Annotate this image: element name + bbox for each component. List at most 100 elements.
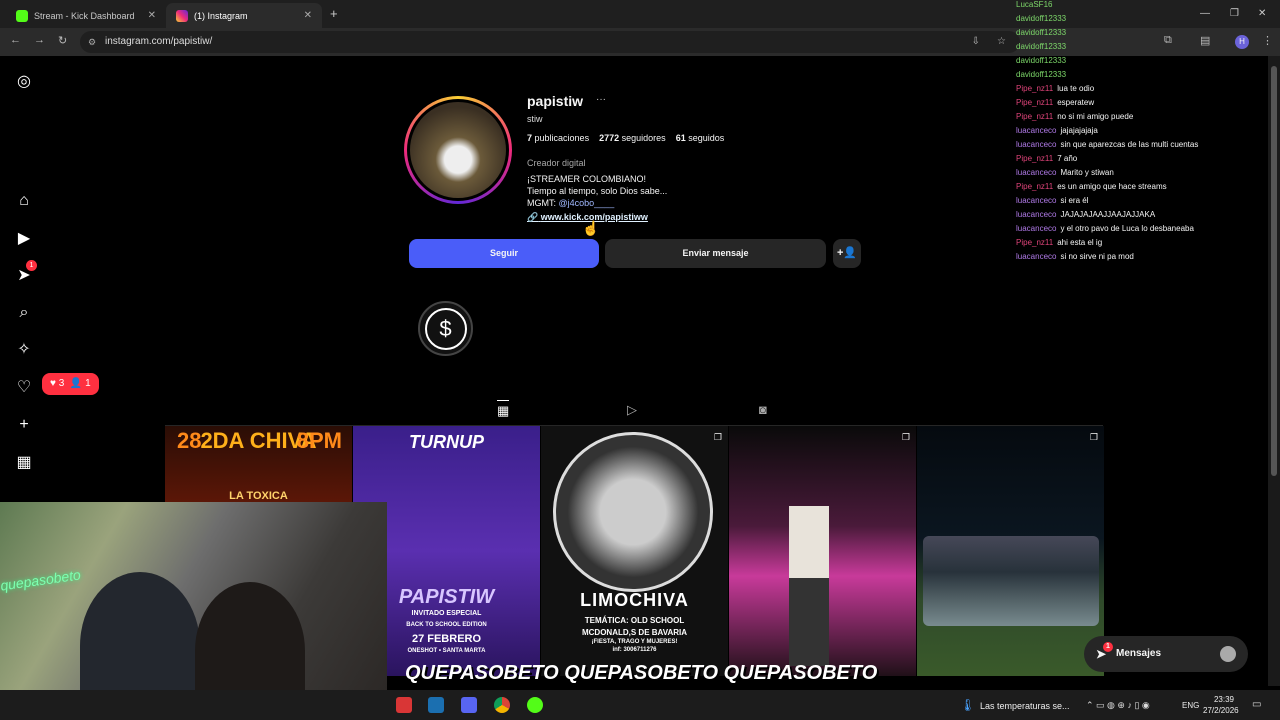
bio-mgmt-prefix: MGMT:	[527, 198, 556, 208]
post-tile[interactable]: ❐	[917, 426, 1104, 676]
menu-icon[interactable]: ⋮	[1262, 34, 1273, 47]
tab-instagram[interactable]: (1) Instagram ✕	[166, 3, 322, 28]
chat-message: luacanceco Marito y stiwan	[1016, 166, 1114, 180]
followers-label[interactable]: seguidores	[622, 133, 666, 143]
scrollbar-thumb[interactable]	[1271, 66, 1277, 476]
heart-icon[interactable]: ♡	[14, 378, 34, 398]
bio-mgmt: MGMT: @j4cobo____	[527, 197, 667, 209]
following-count[interactable]: 61	[676, 133, 686, 143]
instagram-logo-icon[interactable]: ◎	[14, 72, 34, 92]
profile-category: Creador digital	[527, 158, 586, 168]
profile-avatar-ring[interactable]	[404, 96, 512, 204]
chat-message: luacanceco jajajajajaja	[1016, 124, 1098, 138]
site-info-icon[interactable]: ⚙	[88, 31, 96, 53]
chat-message: Pipe_nz11 no si mi amigo puede	[1016, 110, 1133, 124]
back-icon[interactable]: ←	[10, 34, 21, 46]
kick-app-icon[interactable]	[527, 697, 543, 713]
suggested-users-button[interactable]: +👤	[833, 239, 861, 268]
windows-taskbar: 🌡 Las temperaturas se... ⌃ ▭ ◍ ⊕ ♪ ▯ ◉ E…	[0, 690, 1280, 720]
mail-icon[interactable]	[396, 697, 412, 713]
chat-username: luacanceco	[1016, 126, 1057, 135]
chat-username: Pipe_nz11	[1016, 84, 1054, 93]
send-message-button[interactable]: Enviar mensaje	[605, 239, 826, 268]
explore-icon[interactable]: ✧	[14, 340, 34, 360]
chat-message: Pipe_nz11 lua te odio	[1016, 82, 1094, 96]
following-label[interactable]: seguidos	[688, 133, 724, 143]
reels-icon[interactable]: ▶	[14, 229, 34, 249]
post-text: MCDONALD,S DE BAVARIA	[581, 628, 688, 637]
tray-icons[interactable]: ⌃ ▭ ◍ ⊕ ♪ ▯ ◉	[1086, 700, 1150, 711]
posts-grid-tab-icon[interactable]: ▦	[497, 400, 510, 419]
followers-count[interactable]: 2772	[599, 133, 619, 143]
chat-message: luacanceco JAJAJAJAAJJAAJAJJAKA	[1016, 208, 1155, 222]
chat-username: luacanceco	[1016, 168, 1057, 177]
story-highlight[interactable]: $	[418, 301, 473, 356]
scrollbar[interactable]	[1268, 56, 1280, 686]
reload-icon[interactable]: ↻	[58, 34, 67, 47]
chat-message: Pipe_nz11 ahi esta el ig	[1016, 236, 1102, 250]
minimize-icon[interactable]: —	[1200, 8, 1210, 19]
bio-line: ¡STREAMER COLOMBIANO!	[527, 174, 647, 184]
messages-button[interactable]: ➤ 1 Mensajes	[1084, 636, 1248, 672]
follow-button[interactable]: Seguir	[409, 239, 599, 268]
close-window-icon[interactable]: ✕	[1258, 8, 1266, 19]
tab-kick-dashboard[interactable]: Stream - Kick Dashboard ✕	[6, 3, 166, 28]
chat-text: es un amigo que hace streams	[1057, 182, 1167, 191]
profile-avatar[interactable]: H	[1235, 35, 1249, 49]
post-image-person	[789, 506, 829, 666]
clock-date[interactable]: 27/2/2026	[1203, 706, 1239, 715]
profile-username: papistiw	[527, 93, 584, 109]
search-icon[interactable]: ⌕	[14, 303, 34, 323]
direct-icon[interactable]: ➤ 1	[14, 260, 37, 286]
notification-center-icon[interactable]: ▭	[1252, 699, 1261, 710]
chat-message: davidoff12333	[1016, 26, 1070, 40]
home-icon[interactable]: ⌂	[14, 191, 34, 211]
discord-icon[interactable]	[461, 697, 477, 713]
chat-text: y el otro pavo de Luca lo desbaneaba	[1060, 224, 1194, 233]
more-options-icon[interactable]: ···	[596, 94, 606, 105]
highlight-cover-icon: $	[424, 307, 467, 350]
messages-icon: ➤	[1096, 647, 1107, 661]
link-icon: 🔗	[527, 212, 539, 222]
new-tab-button[interactable]: +	[330, 6, 338, 21]
dashboard-icon[interactable]: ▦	[14, 453, 34, 473]
restore-icon[interactable]: ❐	[1230, 8, 1239, 19]
post-text: LIMOCHIVA	[580, 590, 689, 610]
install-icon[interactable]: ⇩	[972, 31, 980, 53]
messages-badge: 1	[1103, 642, 1113, 652]
carousel-icon: ❐	[713, 432, 722, 442]
post-image-group	[923, 536, 1099, 626]
chat-message: davidoff12333	[1016, 12, 1070, 26]
chat-username: LucaSF16	[1016, 0, 1053, 9]
address-bar[interactable]: ⚙ instagram.com/papistiw/ ⇩ ☆	[80, 31, 1020, 53]
close-icon[interactable]: ✕	[304, 10, 312, 21]
bio-line: Tiempo al tiempo, solo Dios sabe...	[527, 186, 668, 196]
steam-icon[interactable]	[428, 697, 444, 713]
reels-tab-icon[interactable]: ▷	[627, 402, 637, 418]
create-icon[interactable]: +	[14, 415, 34, 435]
post-text: TEMÁTICA: OLD SCHOOL	[584, 616, 685, 625]
weather-text[interactable]: Las temperaturas se...	[980, 701, 1070, 711]
forward-icon[interactable]: →	[34, 34, 45, 46]
mgmt-mention-link[interactable]: @j4cobo____	[559, 198, 615, 208]
extensions-icon[interactable]: ⧉	[1164, 34, 1172, 47]
bookmark-star-icon[interactable]: ☆	[997, 31, 1006, 53]
follower-icon: 👤	[69, 378, 83, 389]
webcam-overlay: quepasobeto	[0, 502, 387, 720]
chat-text: sin que aparezcas de las multi cuentas	[1060, 140, 1199, 149]
post-image-circle	[553, 432, 713, 592]
post-tile[interactable]: ❐	[729, 426, 916, 676]
chat-text: JAJAJAJAAJJAAJAJJAKA	[1060, 210, 1156, 219]
post-text: 8PM	[296, 428, 342, 453]
chat-message: luacanceco sin que aparezcas de las multi…	[1016, 138, 1198, 152]
chrome-icon[interactable]	[494, 697, 510, 713]
tagged-tab-icon[interactable]: ◙	[759, 402, 767, 417]
sidepanel-icon[interactable]: ▤	[1200, 34, 1210, 47]
language-indicator[interactable]: ENG	[1182, 701, 1199, 710]
kick-icon	[16, 9, 28, 22]
activity-notification[interactable]: ♥ 3 👤 1	[42, 373, 99, 395]
close-icon[interactable]: ✕	[148, 10, 156, 21]
post-tile[interactable]: LIMOCHIVA TEMÁTICA: OLD SCHOOL MCDONALD,…	[541, 426, 728, 676]
post-text: ¡FIESTA, TRAGO Y MUJERES!	[591, 639, 678, 645]
clock-time[interactable]: 23:39	[1207, 695, 1241, 704]
